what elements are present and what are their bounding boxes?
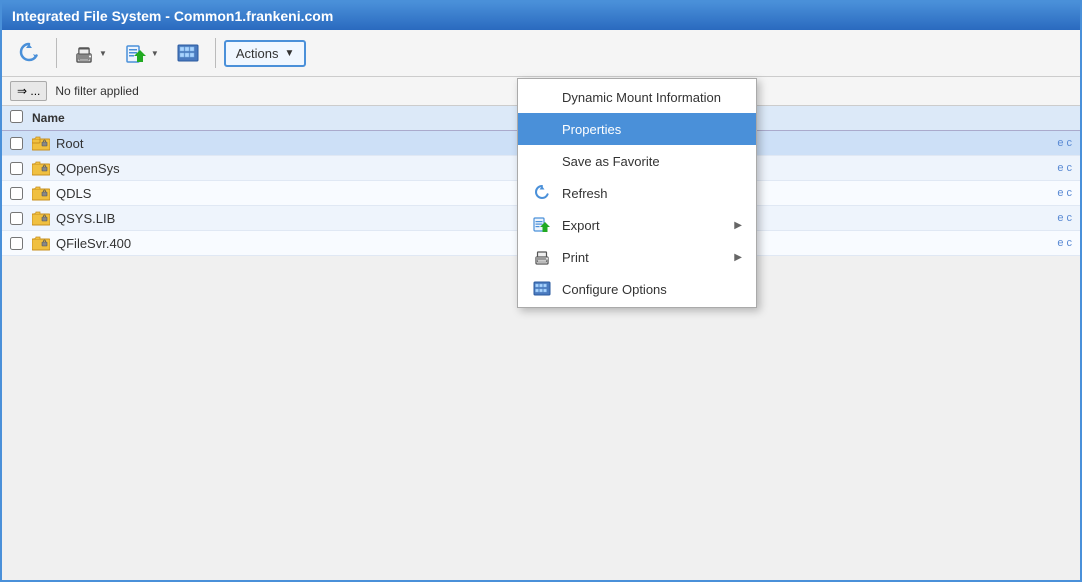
- configure-toolbar-icon: [175, 40, 201, 66]
- truncated-indicator: e c: [1042, 162, 1072, 174]
- export-toolbar-icon: [123, 40, 149, 66]
- print-button[interactable]: ▼: [65, 36, 113, 70]
- print-menu-icon: [532, 247, 552, 267]
- configure-button[interactable]: [169, 36, 207, 70]
- truncated-indicator: e c: [1042, 137, 1072, 149]
- refresh-menu-icon: [532, 183, 552, 203]
- row-checkbox[interactable]: [10, 212, 23, 225]
- row-name: QDLS: [56, 186, 91, 201]
- properties-icon: [532, 119, 552, 139]
- menu-item-refresh[interactable]: Refresh: [518, 177, 756, 209]
- separator-2: [215, 38, 216, 68]
- header-name-col: Name: [32, 111, 65, 125]
- row-checkbox-col: [10, 212, 32, 225]
- folder-icon: [32, 160, 50, 176]
- refresh-button[interactable]: [10, 36, 48, 70]
- row-checkbox-col: [10, 137, 32, 150]
- actions-dropdown-menu: Dynamic Mount Information Properties Sav…: [517, 78, 757, 308]
- print-dropdown-arrow: ▼: [99, 49, 107, 58]
- title-bar: Integrated File System - Common1.franken…: [2, 2, 1080, 30]
- dynamic-mount-icon: [532, 87, 552, 107]
- export-submenu-arrow: ▶: [734, 220, 742, 231]
- print-menu-label: Print: [562, 250, 724, 265]
- main-window: Integrated File System - Common1.franken…: [0, 0, 1082, 582]
- menu-item-configure[interactable]: Configure Options: [518, 273, 756, 305]
- actions-button[interactable]: Actions ▼: [224, 40, 307, 67]
- refresh-icon: [16, 40, 42, 66]
- truncated-indicator: e c: [1042, 237, 1072, 249]
- row-name: QFileSvr.400: [56, 236, 131, 251]
- toolbar: ▼ ▼: [2, 30, 1080, 77]
- row-checkbox[interactable]: [10, 162, 23, 175]
- dynamic-mount-label: Dynamic Mount Information: [562, 90, 742, 105]
- save-favorite-label: Save as Favorite: [562, 154, 742, 169]
- menu-item-print[interactable]: Print ▶: [518, 241, 756, 273]
- menu-item-export[interactable]: Export ▶: [518, 209, 756, 241]
- export-button[interactable]: ▼: [117, 36, 165, 70]
- folder-icon: [32, 210, 50, 226]
- export-dropdown-arrow: ▼: [151, 49, 159, 58]
- row-checkbox[interactable]: [10, 137, 23, 150]
- configure-menu-icon: [532, 279, 552, 299]
- row-name: QSYS.LIB: [56, 211, 115, 226]
- export-menu-label: Export: [562, 218, 724, 233]
- refresh-menu-label: Refresh: [562, 186, 742, 201]
- actions-label: Actions: [236, 46, 279, 61]
- menu-item-dynamic-mount[interactable]: Dynamic Mount Information: [518, 81, 756, 113]
- folder-icon: [32, 185, 50, 201]
- row-name: QOpenSys: [56, 161, 120, 176]
- row-checkbox-col: [10, 237, 32, 250]
- header-checkbox-col: [10, 110, 32, 126]
- folder-icon: [32, 235, 50, 251]
- separator-1: [56, 38, 57, 68]
- filter-text: No filter applied: [55, 84, 138, 98]
- menu-item-properties[interactable]: Properties: [518, 113, 756, 145]
- row-checkbox-col: [10, 187, 32, 200]
- row-checkbox[interactable]: [10, 187, 23, 200]
- export-menu-icon: [532, 215, 552, 235]
- truncated-indicator: e c: [1042, 187, 1072, 199]
- filter-btn-label: ⇒ ...: [17, 84, 40, 98]
- properties-label: Properties: [562, 122, 742, 137]
- folder-icon: [32, 135, 50, 151]
- menu-item-save-favorite[interactable]: Save as Favorite: [518, 145, 756, 177]
- print-submenu-arrow: ▶: [734, 252, 742, 263]
- configure-menu-label: Configure Options: [562, 282, 742, 297]
- actions-dropdown-arrow: ▼: [284, 48, 294, 59]
- filter-button[interactable]: ⇒ ...: [10, 81, 47, 101]
- row-name: Root: [56, 136, 83, 151]
- truncated-indicator: e c: [1042, 212, 1072, 224]
- print-toolbar-icon: [71, 40, 97, 66]
- row-checkbox-col: [10, 162, 32, 175]
- window-title: Integrated File System - Common1.franken…: [12, 8, 333, 24]
- row-checkbox[interactable]: [10, 237, 23, 250]
- header-checkbox[interactable]: [10, 110, 23, 123]
- save-favorite-icon: [532, 151, 552, 171]
